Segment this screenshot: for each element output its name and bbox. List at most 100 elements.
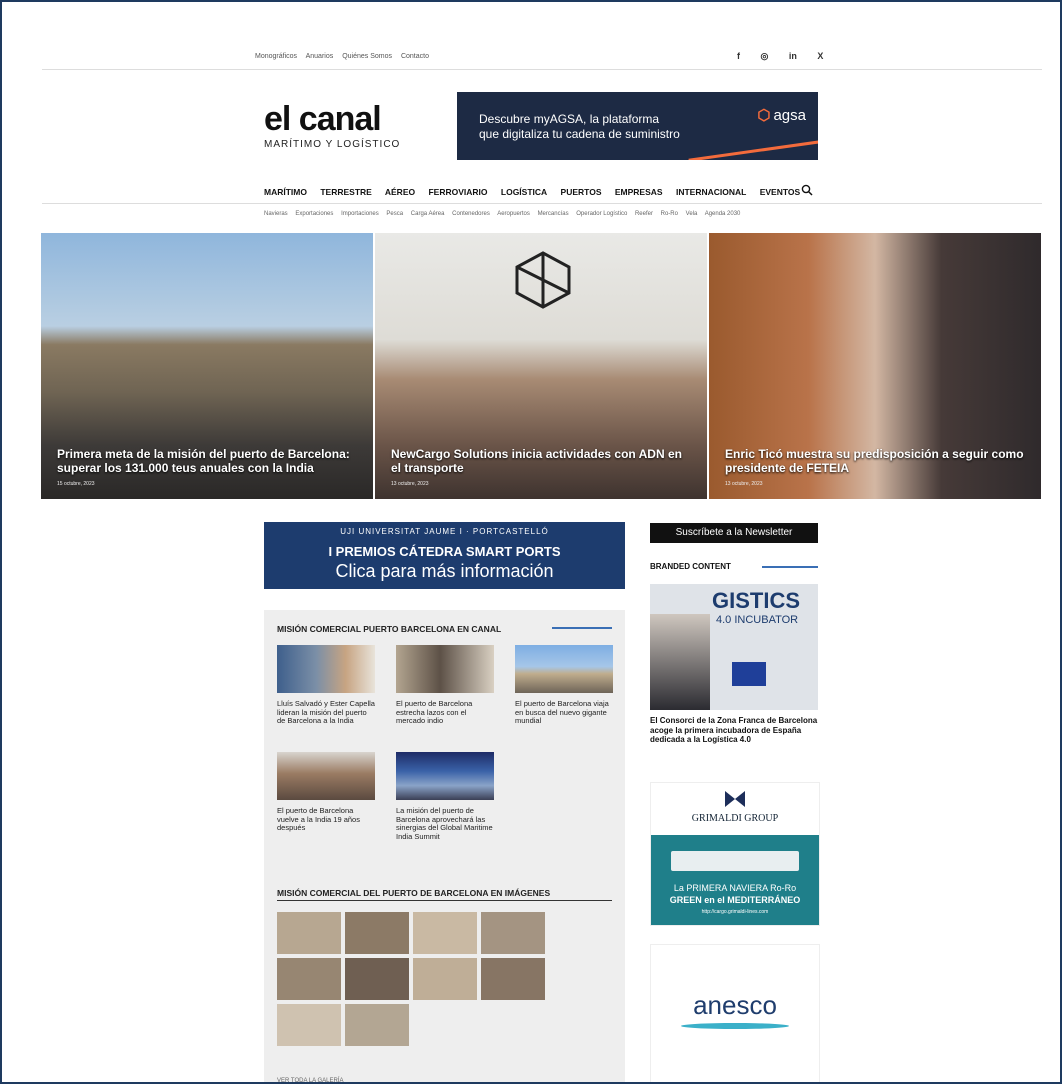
branded-content-heading: BRANDED CONTENT: [650, 562, 731, 571]
article-thumbnail[interactable]: [396, 645, 494, 693]
banner-text: Descubre myAGSA, la plataforma que digit…: [479, 112, 680, 142]
nav-item[interactable]: FERROVIARIO: [428, 187, 487, 197]
gallery-photo[interactable]: [413, 912, 477, 954]
branded-content-image[interactable]: GISTICS 4.0 INCUBATOR: [650, 584, 818, 710]
gallery-photo[interactable]: [481, 912, 545, 954]
subnav-item[interactable]: Mercancías: [538, 211, 569, 217]
subnav-item[interactable]: Vela: [686, 211, 698, 217]
nav-item[interactable]: MARÍTIMO: [264, 187, 307, 197]
top-link[interactable]: Monográficos: [255, 53, 297, 60]
hero-date: 13 octubre, 2023: [391, 481, 429, 487]
incubator-subtitle: 4.0 INCUBATOR: [716, 614, 799, 626]
top-links: Monográficos Anuarios Quiénes Somos Cont…: [255, 53, 436, 60]
grimaldi-logo-icon: [725, 791, 745, 807]
subnav-item[interactable]: Pesca: [386, 211, 403, 217]
top-bar: Monográficos Anuarios Quiénes Somos Cont…: [42, 47, 1042, 70]
article-thumbnail[interactable]: [277, 645, 375, 693]
agsa-banner-ad[interactable]: Descubre myAGSA, la plataforma que digit…: [457, 92, 818, 160]
grimaldi-line: La PRIMERA NAVIERA Ro-Ro: [673, 883, 797, 893]
hero-title[interactable]: Enric Ticó muestra su predisposición a s…: [725, 447, 1029, 475]
linkedin-icon[interactable]: in: [789, 51, 797, 61]
hero-title[interactable]: Primera meta de la misión del puerto de …: [57, 447, 361, 475]
social-links: f ◎ in X: [737, 51, 841, 62]
subnav-item[interactable]: Navieras: [264, 211, 288, 217]
facebook-icon[interactable]: f: [737, 51, 740, 61]
nav-item[interactable]: AÉREO: [385, 187, 415, 197]
instagram-icon[interactable]: ◎: [761, 51, 769, 61]
anesco-logo: anesco: [693, 990, 777, 1020]
nav-item[interactable]: LOGÍSTICA: [501, 187, 547, 197]
section-underline: [277, 900, 612, 901]
main-nav: MARÍTIMO TERRESTRE AÉREO FERROVIARIO LOG…: [264, 187, 811, 197]
cube-icon: ⬡: [757, 107, 771, 124]
nav-item[interactable]: INTERNACIONAL: [676, 187, 746, 197]
gallery-photo[interactable]: [345, 958, 409, 1000]
site-logo[interactable]: el canal MARÍTIMO Y LOGÍSTICO: [264, 102, 400, 150]
grimaldi-ad[interactable]: GRIMALDI GROUP La PRIMERA NAVIERA Ro-Ro …: [650, 782, 820, 926]
subnav-item[interactable]: Carga Aérea: [411, 211, 445, 217]
anesco-swoosh: [681, 1023, 789, 1029]
article-title[interactable]: El puerto de Barcelona vuelve a la India…: [277, 806, 377, 833]
nav-item[interactable]: EMPRESAS: [615, 187, 663, 197]
gallery-photo[interactable]: [277, 958, 341, 1000]
hero-date: 13 octubre, 2023: [725, 481, 763, 487]
grimaldi-line: GREEN en el MEDITERRÁNEO: [669, 895, 801, 905]
subnav-item[interactable]: Ro-Ro: [661, 211, 678, 217]
article-title[interactable]: La misión del puerto de Barcelona aprove…: [396, 806, 496, 841]
hero-title[interactable]: NewCargo Solutions inicia actividades co…: [391, 447, 695, 475]
article-thumbnail[interactable]: [396, 752, 494, 800]
view-gallery-link[interactable]: VER TODA LA GALERÍA: [277, 1078, 343, 1082]
top-link[interactable]: Quiénes Somos: [342, 53, 392, 60]
banner-line: que digitaliza tu cadena de suministro: [479, 127, 680, 141]
gallery-photo[interactable]: [277, 1004, 341, 1046]
subnav-item[interactable]: Exportaciones: [295, 211, 333, 217]
subnav-item[interactable]: Operador Logístico: [576, 211, 627, 217]
gallery-photo[interactable]: [277, 912, 341, 954]
nav-item[interactable]: PUERTOS: [561, 187, 602, 197]
hero-article-1[interactable]: Primera meta de la misión del puerto de …: [41, 233, 373, 499]
nav-item[interactable]: EVENTOS: [760, 187, 800, 197]
gallery-photo[interactable]: [481, 958, 545, 1000]
subnav-item[interactable]: Contenedores: [452, 211, 490, 217]
article-thumbnail[interactable]: [515, 645, 613, 693]
gallery-photo[interactable]: [345, 912, 409, 954]
article-thumbnail[interactable]: [277, 752, 375, 800]
nav-item[interactable]: TERRESTRE: [320, 187, 371, 197]
section-title: MISIÓN COMERCIAL PUERTO BARCELONA EN CAN…: [277, 624, 502, 634]
gallery-photo[interactable]: [345, 1004, 409, 1046]
hero-date: 15 octubre, 2023: [57, 481, 95, 487]
page-frame: Monográficos Anuarios Quiénes Somos Cont…: [0, 0, 1062, 1084]
banner-line: Descubre myAGSA, la plataforma: [479, 112, 660, 126]
subnav-item[interactable]: Agenda 2030: [705, 211, 741, 217]
gallery-photo[interactable]: [413, 958, 477, 1000]
hero-article-3[interactable]: Enric Ticó muestra su predisposición a s…: [709, 233, 1041, 499]
grimaldi-url: http://cargo.grimaldi-lines.com: [701, 909, 769, 915]
anesco-ad[interactable]: anesco: [650, 944, 820, 1082]
ad-cta: Clica para más información: [335, 561, 554, 581]
agsa-logo: ⬡ agsa: [757, 106, 806, 124]
hero-article-2[interactable]: NewCargo Solutions inicia actividades co…: [375, 233, 707, 499]
branded-content-title[interactable]: El Consorci de la Zona Franca de Barcelo…: [650, 716, 820, 745]
top-link[interactable]: Anuarios: [306, 53, 334, 60]
top-link[interactable]: Contacto: [401, 53, 429, 60]
subnav-item[interactable]: Aeropuertos: [497, 211, 530, 217]
article-title[interactable]: El puerto de Barcelona viaja en busca de…: [515, 699, 615, 726]
person-figure: [650, 614, 710, 710]
sub-nav: Navieras Exportaciones Importaciones Pes…: [264, 211, 746, 217]
article-title[interactable]: Lluís Salvadó y Ester Capella lideran la…: [277, 699, 377, 726]
nav-divider: [42, 203, 1042, 204]
x-twitter-icon[interactable]: X: [817, 51, 823, 61]
logo-subtitle: MARÍTIMO Y LOGÍSTICO: [264, 139, 401, 150]
logo-title: el canal: [264, 100, 382, 138]
cube-logo-icon: [515, 251, 571, 309]
subnav-item[interactable]: Reefer: [635, 211, 653, 217]
agsa-brand-text: agsa: [773, 107, 806, 124]
grimaldi-name: GRIMALDI GROUP: [691, 813, 779, 824]
ad-heading: I PREMIOS CÁTEDRA SMART PORTS: [328, 544, 561, 559]
section-title: MISIÓN COMERCIAL DEL PUERTO DE BARCELONA…: [277, 888, 551, 898]
newsletter-button[interactable]: Suscríbete a la Newsletter: [650, 523, 818, 543]
smart-ports-ad[interactable]: UJI UNIVERSITAT JAUME I · PORTCASTELLÓ I…: [264, 522, 625, 589]
search-icon[interactable]: [801, 184, 813, 199]
subnav-item[interactable]: Importaciones: [341, 211, 379, 217]
article-title[interactable]: El puerto de Barcelona estrecha lazos co…: [396, 699, 496, 726]
